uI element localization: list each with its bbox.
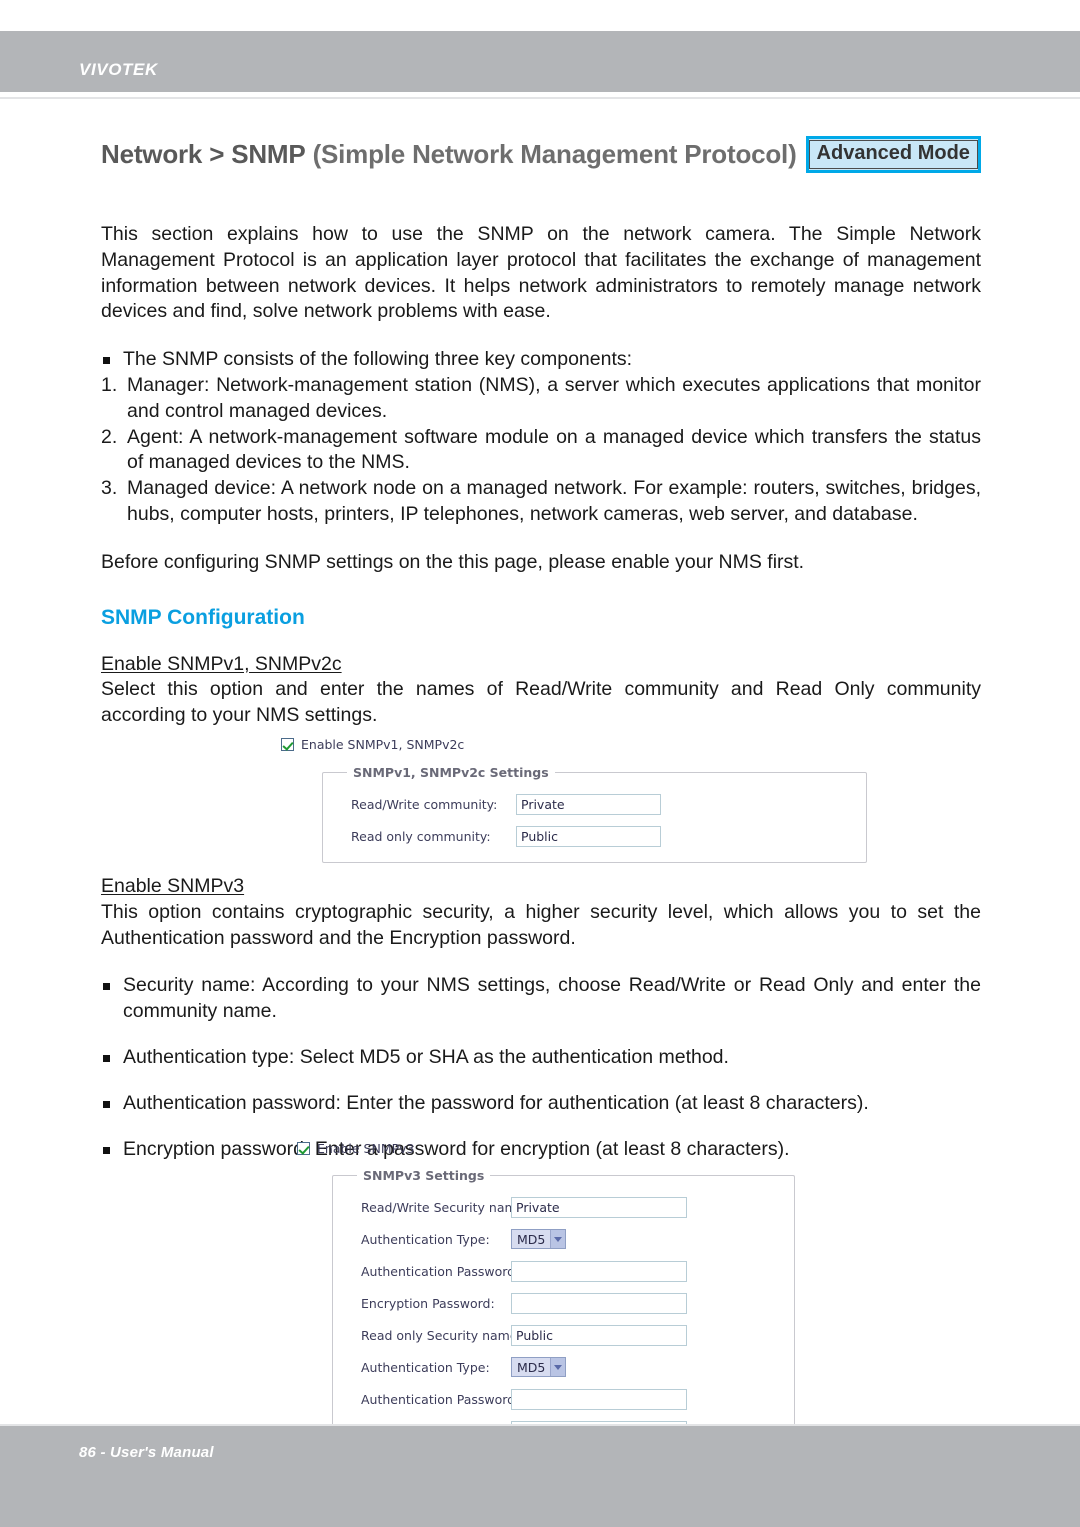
snmpv3-settings-screenshot: Enable SNMPv3 SNMPv3 Settings Read/Write… xyxy=(297,1141,917,1436)
field-label: Read only Security name: xyxy=(361,1327,522,1343)
ro-auth-type-value: MD5 xyxy=(517,1359,546,1375)
list-item-number: 3. xyxy=(101,477,118,500)
enable-snmpv3-checkbox-label: Enable SNMPv3 xyxy=(317,1141,415,1156)
chevron-down-icon[interactable] xyxy=(550,1358,565,1376)
list-item: 2. Agent: A network-management software m… xyxy=(101,425,981,477)
enable-snmpv1-heading: Enable SNMPv1, SNMPv2c xyxy=(101,652,342,675)
document-content: This section explains how to use the SNM… xyxy=(101,222,981,729)
list-item: 3. Managed device: A network node on a ma… xyxy=(101,476,981,528)
page-title-main: Network > SNMP xyxy=(101,138,306,169)
field-label: Read/Write Security name: xyxy=(361,1199,529,1215)
page-title-row: Network > SNMP (Simple Network Managemen… xyxy=(101,136,1001,173)
enable-snmpv1-checkbox-label: Enable SNMPv1, SNMPv2c xyxy=(301,737,465,752)
field-row-ro-security-name: Read only Security name: Public xyxy=(361,1319,794,1351)
rw-auth-type-select[interactable]: MD5 xyxy=(511,1229,566,1249)
brand-logo: VIVOTEK xyxy=(79,60,158,79)
components-numbered-list: 1. Manager: Network-management station (N… xyxy=(101,373,981,528)
snmpv1-panel-legend: SNMPv1, SNMPv2c Settings xyxy=(353,765,549,780)
components-lead-list: The SNMP consists of the following three… xyxy=(101,347,981,373)
rw-security-name-input[interactable]: Private xyxy=(511,1196,687,1218)
field-row-readonly-community: Read only community: Public xyxy=(351,820,866,852)
advanced-mode-badge-label: Advanced Mode xyxy=(808,140,978,169)
header-bar xyxy=(0,31,1080,92)
field-row-rw-security-name: Read/Write Security name: Private xyxy=(361,1191,794,1223)
ro-auth-password-input[interactable] xyxy=(511,1388,687,1410)
page-top-margin xyxy=(0,0,1080,31)
field-label: Encryption Password: xyxy=(361,1295,495,1311)
enable-snmpv1-body: Select this option and enter the names o… xyxy=(101,678,981,727)
snmpv1-settings-panel: SNMPv1, SNMPv2c Settings Read/Write comm… xyxy=(322,765,867,863)
header-divider xyxy=(0,97,1080,99)
list-item-text: Manager: Network-management station (NMS… xyxy=(127,373,981,422)
field-row-rw-auth-password: Authentication Password: xyxy=(361,1255,794,1287)
list-item: Authentication type: Select MD5 or SHA a… xyxy=(101,1045,981,1071)
list-item: 1. Manager: Network-management station (N… xyxy=(101,373,981,425)
field-row-rw-encryption-password: Encryption Password: xyxy=(361,1287,794,1319)
snmpv1-settings-screenshot: Enable SNMPv1, SNMPv2c SNMPv1, SNMPv2c S… xyxy=(281,737,881,863)
advanced-mode-badge[interactable]: Advanced Mode xyxy=(805,136,981,173)
field-label: Authentication Password: xyxy=(361,1263,520,1279)
field-row-readwrite-community: Read/Write community: Private xyxy=(351,788,866,820)
checkbox-icon[interactable] xyxy=(297,1142,310,1155)
field-row-rw-auth-type: Authentication Type: MD5 xyxy=(361,1223,794,1255)
snmpv3-panel-legend: SNMPv3 Settings xyxy=(363,1168,485,1183)
field-row-ro-auth-password: Authentication Password: xyxy=(361,1383,794,1415)
rw-auth-password-input[interactable] xyxy=(511,1260,687,1282)
enable-snmpv3-heading: Enable SNMPv3 xyxy=(101,875,245,897)
enable-snmpv3-checkbox-row[interactable]: Enable SNMPv3 xyxy=(297,1141,917,1156)
chevron-down-icon[interactable] xyxy=(550,1230,565,1248)
ro-auth-type-select[interactable]: MD5 xyxy=(511,1357,566,1377)
page-title: Network > SNMP (Simple Network Managemen… xyxy=(101,139,797,170)
field-label: Read only community: xyxy=(351,828,491,844)
rw-encryption-password-input[interactable] xyxy=(511,1292,687,1314)
list-item-text: Agent: A network-management software mod… xyxy=(127,425,981,474)
list-item: Authentication password: Enter the passw… xyxy=(101,1091,981,1117)
snmp-configuration-heading: SNMP Configuration xyxy=(101,605,305,629)
footer-bar xyxy=(0,1426,1080,1527)
document-content-lower: Enable SNMPv3 This option contains crypt… xyxy=(101,874,981,1162)
field-label: Read/Write community: xyxy=(351,796,498,812)
list-item: Security name: According to your NMS set… xyxy=(101,973,981,1025)
enable-snmpv1-checkbox-row[interactable]: Enable SNMPv1, SNMPv2c xyxy=(281,737,881,752)
snmpv3-settings-panel: SNMPv3 Settings Read/Write Security name… xyxy=(332,1168,795,1436)
footer-page-label: 86 - User's Manual xyxy=(79,1444,214,1461)
rw-auth-type-value: MD5 xyxy=(517,1231,546,1247)
readonly-community-input[interactable]: Public xyxy=(516,825,661,847)
readwrite-community-input[interactable]: Private xyxy=(516,793,661,815)
before-configuring-note: Before configuring SNMP settings on the … xyxy=(101,550,805,573)
page-title-parenthetical: (Simple Network Management Protocol) xyxy=(312,138,797,169)
field-label: Authentication Type: xyxy=(361,1359,490,1375)
enable-snmpv3-body: This option contains cryptographic secur… xyxy=(101,900,981,949)
list-item-number: 1. xyxy=(101,373,118,396)
list-item-text: Managed device: A network node on a mana… xyxy=(127,477,981,525)
ro-security-name-input[interactable]: Public xyxy=(511,1324,687,1346)
list-item-number: 2. xyxy=(101,425,118,448)
field-label: Authentication Password: xyxy=(361,1391,520,1407)
field-label: Authentication Type: xyxy=(361,1231,490,1247)
intro-paragraph: This section explains how to use the SNM… xyxy=(101,223,981,323)
field-row-ro-auth-type: Authentication Type: MD5 xyxy=(361,1351,794,1383)
snmpv3-bullet-list: Security name: According to your NMS set… xyxy=(101,973,981,1162)
checkbox-icon[interactable] xyxy=(281,738,294,751)
components-lead-item: The SNMP consists of the following three… xyxy=(101,347,981,373)
